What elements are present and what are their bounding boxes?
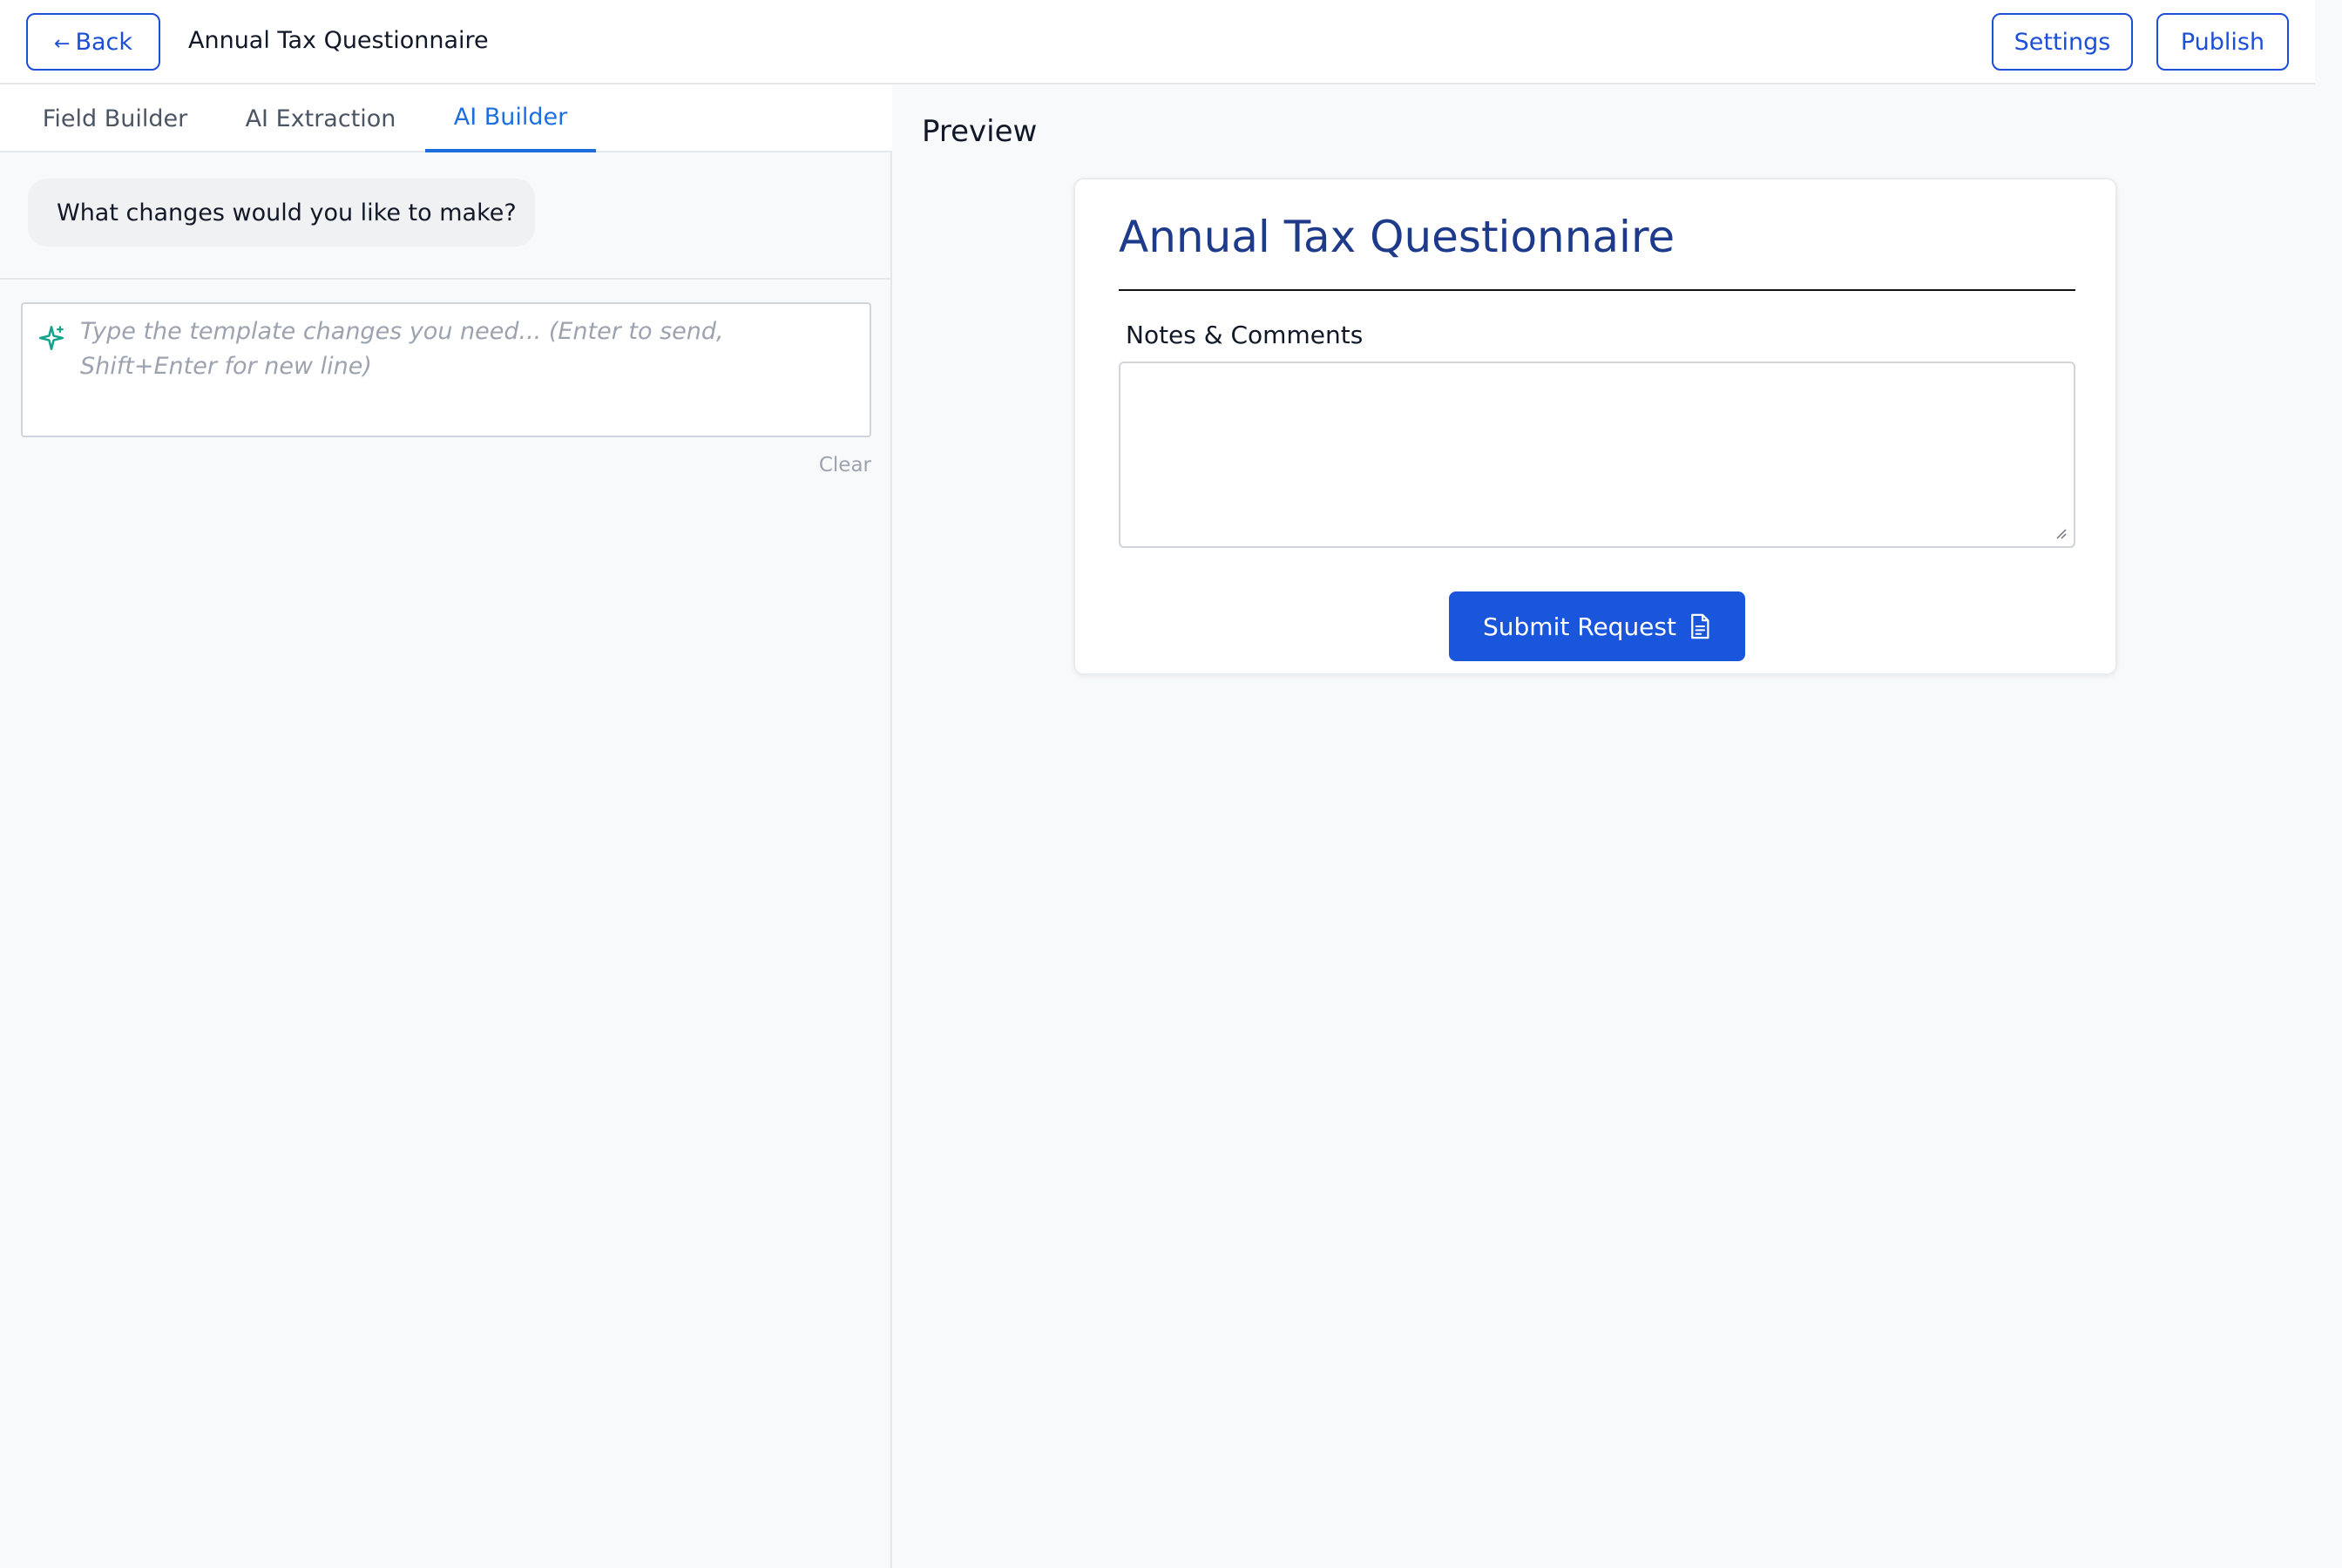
title-divider: [1119, 289, 2075, 291]
back-button-label: Back: [75, 28, 132, 56]
resize-grip-icon[interactable]: [2054, 527, 2067, 539]
preview-heading: Preview: [922, 114, 1038, 149]
chat-input-box[interactable]: [21, 302, 871, 437]
publish-button[interactable]: Publish: [2156, 13, 2289, 71]
document-icon: [1691, 613, 1709, 639]
notes-field-label: Notes & Comments: [1126, 321, 1364, 349]
clear-button[interactable]: Clear: [802, 454, 871, 476]
form-preview-card: Annual Tax Questionnaire Notes & Comment…: [1073, 178, 2117, 675]
submit-request-button[interactable]: Submit Request: [1449, 591, 1745, 661]
settings-button[interactable]: Settings: [1992, 13, 2133, 71]
form-title: Annual Tax Questionnaire: [1119, 212, 1675, 262]
back-arrow-icon: ←: [54, 32, 71, 55]
builder-panel: Field Builder AI Extraction AI Builder W…: [0, 84, 892, 1568]
chat-history: What changes would you like to make?: [0, 152, 892, 280]
tab-ai-extraction[interactable]: AI Extraction: [228, 84, 413, 152]
builder-tabs: Field Builder AI Extraction AI Builder: [0, 84, 892, 152]
sparkle-icon: [38, 325, 64, 351]
back-button[interactable]: ← Back: [26, 13, 160, 71]
tab-ai-builder[interactable]: AI Builder: [425, 84, 596, 152]
notes-textarea[interactable]: [1119, 362, 2075, 548]
page-title: Annual Tax Questionnaire: [188, 27, 489, 54]
assistant-message: What changes would you like to make?: [28, 179, 535, 247]
submit-button-label: Submit Request: [1483, 612, 1676, 641]
tab-field-builder[interactable]: Field Builder: [16, 84, 214, 152]
chat-input[interactable]: [80, 314, 847, 419]
top-bar: ← Back Annual Tax Questionnaire Settings…: [0, 0, 2315, 84]
